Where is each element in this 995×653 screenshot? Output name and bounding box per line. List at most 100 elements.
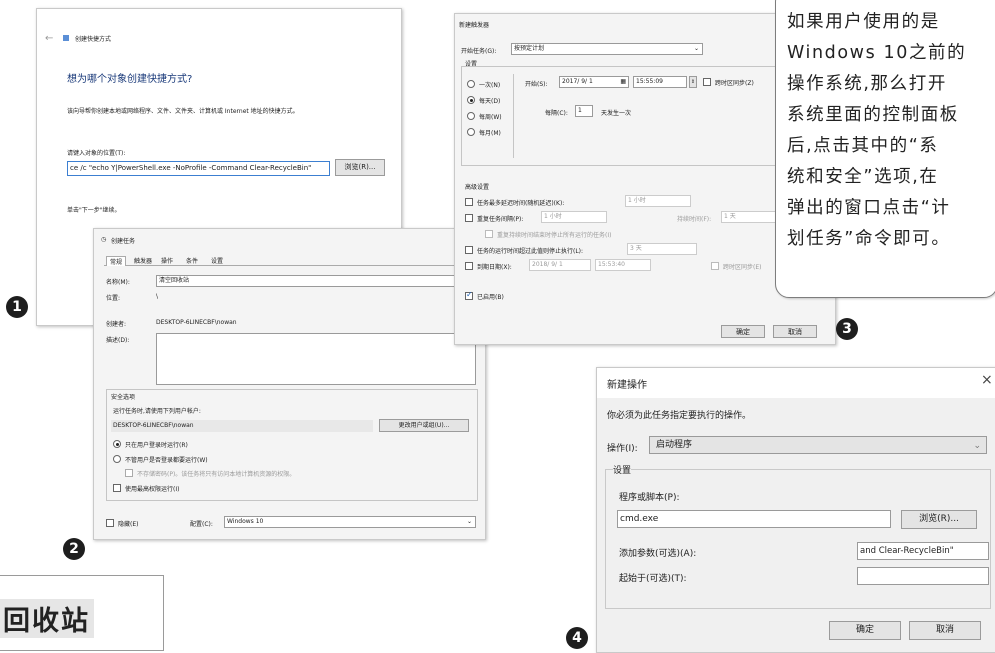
begin-task-label: 开始任务(G): [461,48,497,55]
hidden-checkbox[interactable] [106,519,114,527]
start-date-input[interactable]: 2017/ 9/ 1 ▦ [559,76,629,88]
security-group-title: 安全选项 [111,392,136,401]
close-icon[interactable]: × [981,372,993,388]
tab-conditions[interactable]: 条件 [186,256,198,265]
action-select[interactable]: 启动程序 ⌄ [649,436,987,454]
note-line: 系统里面的控制面板 [787,105,959,125]
clock-icon: ◷ [101,236,107,243]
daily-label: 每天(D) [479,98,501,105]
window-title: 新建触发器 [459,22,490,29]
radio-weekly[interactable] [467,112,475,120]
next-hint: 单击"下一步"继续。 [67,207,121,214]
location-label: 位置: [106,295,121,302]
ok-button[interactable]: 确定 [356,539,406,540]
time-spinner[interactable]: ⇕ [689,76,697,88]
expire-date-input[interactable]: 2018/ 9/ 1 [529,259,591,271]
highest-privileges-checkbox[interactable] [113,484,121,492]
name-input[interactable]: 清空回收站 [156,275,476,287]
radio-whether-logged-on[interactable] [113,455,121,463]
stop-if-value: 3 天 [630,245,642,252]
location-label: 请键入对象的位置(T): [67,150,126,157]
run-as-value: DESKTOP-6LINECBF\nowan [111,420,373,432]
start-time-input[interactable]: 15:55:09 [633,76,687,88]
note-callout: 如果用户使用的是 Windows 10之前的 操作系统,那么打开 系统里面的控制… [775,0,995,298]
chevron-down-icon: ⌄ [973,441,981,451]
cancel-button[interactable]: 取消 [909,621,981,640]
every-input[interactable]: 1 [575,105,593,117]
every-unit: 天发生一次 [601,110,632,117]
sync-timezone-checkbox[interactable] [703,78,711,86]
radio-monthly[interactable] [467,128,475,136]
config-select[interactable]: Windows 10 ⌄ [224,516,476,528]
create-task-window: ◷ 创建任务 常规 触发器 操作 条件 设置 名称(M): 清空回收站 位置: … [93,228,486,540]
tab-actions[interactable]: 操作 [161,256,173,265]
window-title: 创建快捷方式 [75,36,112,43]
weekly-label: 每周(W) [479,114,502,121]
expire-sync-checkbox[interactable] [711,262,719,270]
duration-select[interactable]: 1 天 [721,211,777,223]
location-value: \ [156,293,159,300]
step-badge-2: 2 [63,538,85,560]
begin-task-value: 按预定计划 [514,45,545,52]
enabled-checkbox[interactable] [465,290,473,300]
tab-triggers[interactable]: 触发器 [134,256,152,265]
change-user-button[interactable]: 更改用户或组(U)... [379,419,469,432]
ok-button[interactable]: 确定 [829,621,901,640]
shortcut-icon [63,35,69,41]
args-label: 添加参数(可选)(A): [619,549,697,559]
stop-if-checkbox[interactable] [465,246,473,254]
action-label: 操作(I): [607,444,638,454]
no-password-label: 不存储密码(P)。该任务将只有访问本地计算机资源的权限。 [137,471,296,478]
note-line: 操作系统,那么打开 [787,74,947,94]
delay-select[interactable]: 1 小时 [625,195,691,207]
begin-task-select[interactable]: 按预定计划 ⌄ [511,43,703,55]
delay-label: 任务最多延迟时间(随机延迟)(K): [477,200,565,207]
description-input[interactable] [156,333,476,385]
expire-checkbox[interactable] [465,262,473,270]
tab-settings[interactable]: 设置 [211,256,223,265]
radio-daily[interactable] [467,96,475,104]
cancel-button[interactable]: 取消 [773,325,817,338]
repeat-checkbox[interactable] [465,214,473,222]
repeat-select[interactable]: 1 小时 [541,211,607,223]
back-arrow-icon[interactable]: ← [45,33,53,44]
step-badge-1: 1 [6,296,28,318]
start-label: 开始(S): [525,81,548,88]
program-input[interactable]: cmd.exe [617,510,891,528]
radio-divider [513,74,514,158]
browse-button[interactable]: 浏览(R)... [901,510,977,529]
program-label: 程序或脚本(P): [619,493,680,503]
location-input[interactable]: ce /c "echo Y|PowerShell.exe -NoProfile … [67,161,330,176]
window-title: 创建任务 [111,238,136,245]
tab-bar: 常规 触发器 操作 条件 设置 [104,255,479,266]
no-password-checkbox[interactable] [125,469,133,477]
whether-logged-label: 不管用户是否登录都要运行(W) [125,457,208,464]
expire-time-value: 15:53:40 [598,261,625,268]
expire-time-input[interactable]: 15:53:40 [595,259,651,271]
description-label: 描述(D): [106,337,130,344]
every-label: 每隔(C): [545,110,568,117]
stop-repeat-checkbox[interactable] [485,230,493,238]
new-action-window: 新建操作 × 你必须为此任务指定要执行的操作。 操作(I): 启动程序 ⌄ 设置… [596,367,995,653]
name-label: 名称(M): [106,279,130,286]
author-value: DESKTOP-6LINECBF\nowan [156,319,237,326]
cancel-button[interactable]: 取消 [414,539,464,540]
args-input[interactable]: and Clear-RecycleBin" [857,542,989,560]
ok-button[interactable]: 确定 [721,325,765,338]
note-line: 弹出的窗口点击“计 [787,198,951,218]
step-badge-4: 4 [566,627,588,649]
browse-button[interactable]: 浏览(R)... [335,159,385,176]
expire-label: 到期日期(X): [477,264,512,271]
radio-once[interactable] [467,80,475,88]
section-heading: 回收站 [0,599,94,638]
start-date-value: 2017/ 9/ 1 [562,78,593,85]
start-in-input[interactable] [857,567,989,585]
settings-group-title: 设置 [613,463,632,476]
stop-if-select[interactable]: 3 天 [627,243,697,255]
radio-logged-on[interactable] [113,440,121,448]
step-badge-3: 3 [836,318,858,340]
once-label: 一次(N) [479,82,501,89]
expire-date-value: 2018/ 9/ 1 [532,261,563,268]
delay-checkbox[interactable] [465,198,473,206]
tab-general[interactable]: 常规 [106,256,127,266]
